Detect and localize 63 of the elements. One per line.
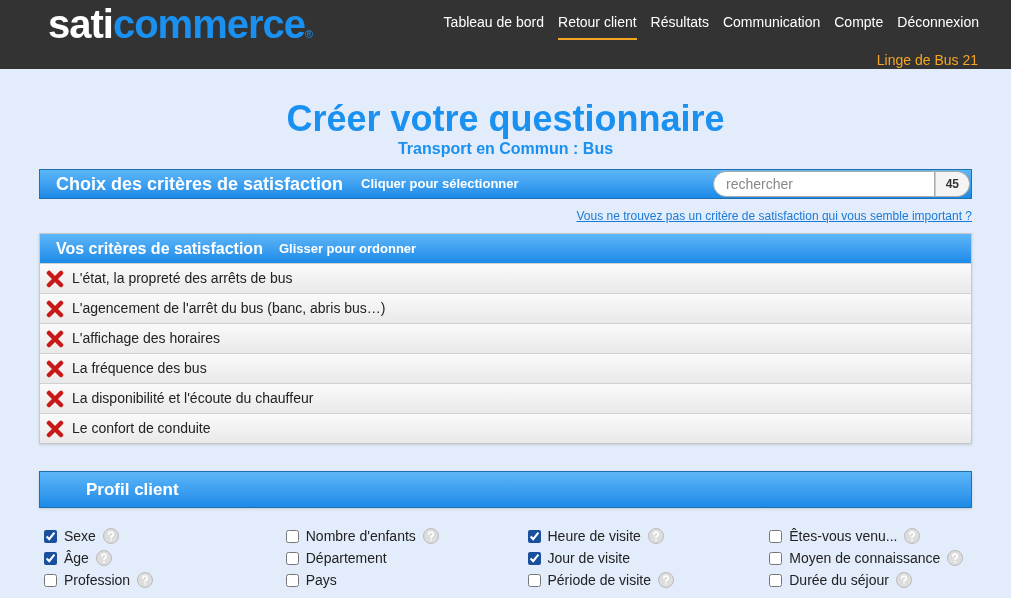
checkbox[interactable] xyxy=(285,573,299,587)
remove-icon[interactable] xyxy=(46,359,64,378)
checkbox[interactable] xyxy=(285,529,299,543)
criterion-label: L'affichage des horaires xyxy=(72,329,220,348)
option-label: Sexe xyxy=(64,526,96,546)
search-field[interactable]: rechercher xyxy=(713,171,935,197)
nav-link[interactable]: Communication xyxy=(722,12,821,40)
criterion-label: Le confort de conduite xyxy=(72,419,211,438)
nav-link[interactable]: Retour client xyxy=(558,12,637,40)
checkbox[interactable] xyxy=(769,573,783,587)
option-label: Âge xyxy=(64,548,89,568)
checkbox[interactable] xyxy=(527,529,541,543)
criterion-row[interactable]: L'agencement de l'arrêt du bus (banc, abris bus…) xyxy=(40,293,971,323)
criterion-row[interactable]: L'affichage des horaires xyxy=(40,323,971,353)
suggest-criterion-link[interactable]: Vous ne trouvez pas un critère de satisfaction qui vous semble important ? xyxy=(576,207,972,225)
checkbox[interactable] xyxy=(44,529,57,543)
criterion-row[interactable]: Le confort de conduite xyxy=(40,413,971,443)
criterion-label: L'état, la propreté des arrêts de bus xyxy=(72,269,293,288)
nav-link[interactable]: Déconnexion xyxy=(897,12,979,40)
checkbox[interactable] xyxy=(527,551,541,565)
registered-mark: ® xyxy=(305,28,314,42)
bar-hint: Glisser pour ordonner xyxy=(278,239,417,258)
option-label: Profession xyxy=(64,570,131,590)
account-name: Linge de Bus 21 xyxy=(876,51,978,70)
remove-icon[interactable] xyxy=(46,299,64,318)
bar-title: Profil client xyxy=(86,478,179,501)
option-label: Pays xyxy=(305,570,337,590)
result-count: 45 xyxy=(934,171,970,197)
page-title: Créer votre questionnaire xyxy=(286,99,725,139)
checkbox[interactable] xyxy=(769,529,783,543)
checkbox[interactable] xyxy=(285,551,299,565)
criterion-row[interactable]: La fréquence des bus xyxy=(40,353,971,383)
bar-title: Choix des critères de satisfaction xyxy=(56,172,344,196)
criterion-row[interactable]: La disponibilité et l'écoute du chauffeur xyxy=(40,383,971,413)
criterion-label: L'agencement de l'arrêt du bus (banc, abris bus…) xyxy=(72,299,386,318)
option-label: Jour de visite xyxy=(547,548,630,568)
checkbox[interactable] xyxy=(44,551,57,565)
option-label: Moyen de connaissance xyxy=(789,548,941,568)
criterion-label: La disponibilité et l'écoute du chauffeur xyxy=(72,389,314,408)
logo-text: sati xyxy=(48,2,113,46)
logo-text: commerce xyxy=(112,2,306,46)
bar-title: Vos critères de satisfaction xyxy=(56,238,263,259)
remove-icon[interactable] xyxy=(46,329,64,348)
nav-link[interactable]: Tableau de bord xyxy=(443,12,544,40)
bar-hint: Cliquer pour sélectionner xyxy=(361,175,519,194)
remove-icon[interactable] xyxy=(46,389,64,408)
criteria-choice-bar[interactable]: Choix des critères de satisfaction Cliquer pour sélectionner rechercher 45 xyxy=(39,169,972,199)
option-label: Êtes-vous venu... xyxy=(789,526,898,546)
checkbox[interactable] xyxy=(527,573,541,587)
option-label: Durée du séjour xyxy=(789,570,889,590)
option-label: Heure de visite xyxy=(547,526,641,546)
option-label: Département xyxy=(305,548,387,568)
nav-link[interactable]: Résultats xyxy=(650,12,709,40)
criterion-label: La fréquence des bus xyxy=(72,359,207,378)
option-label: Nombre d'enfants xyxy=(305,526,416,546)
checkbox[interactable] xyxy=(769,551,783,565)
checkbox[interactable] xyxy=(44,573,57,587)
remove-icon[interactable] xyxy=(46,419,64,438)
remove-icon[interactable] xyxy=(46,269,64,288)
nav-link[interactable]: Compte xyxy=(834,12,884,40)
criterion-row[interactable]: L'état, la propreté des arrêts de bus xyxy=(40,263,971,293)
page-subtitle: Transport en Commun : Bus xyxy=(397,139,614,159)
option-label: Période de visite xyxy=(547,570,651,590)
